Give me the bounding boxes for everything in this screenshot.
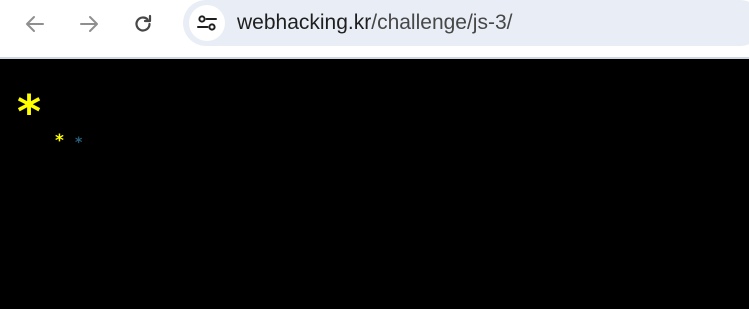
site-info-button[interactable]: [189, 5, 225, 41]
page-content: * * *: [0, 59, 749, 309]
address-bar[interactable]: webhacking.kr/challenge/js-3/: [183, 0, 749, 46]
url-text[interactable]: webhacking.kr/challenge/js-3/: [237, 11, 512, 35]
tune-icon: [197, 15, 217, 31]
forward-button[interactable]: [70, 8, 108, 40]
url-path: /challenge/js-3/: [371, 11, 513, 34]
back-arrow-icon: [26, 16, 44, 32]
star-small: *: [55, 131, 64, 151]
back-button[interactable]: [16, 8, 54, 40]
url-host: webhacking.kr: [237, 11, 372, 34]
star-large: *: [17, 85, 42, 139]
forward-arrow-icon: [80, 16, 98, 32]
star-small: *: [75, 135, 83, 151]
reload-icon: [135, 14, 152, 32]
browser-toolbar: webhacking.kr/challenge/js-3/: [0, 0, 749, 57]
reload-button[interactable]: [124, 8, 162, 40]
